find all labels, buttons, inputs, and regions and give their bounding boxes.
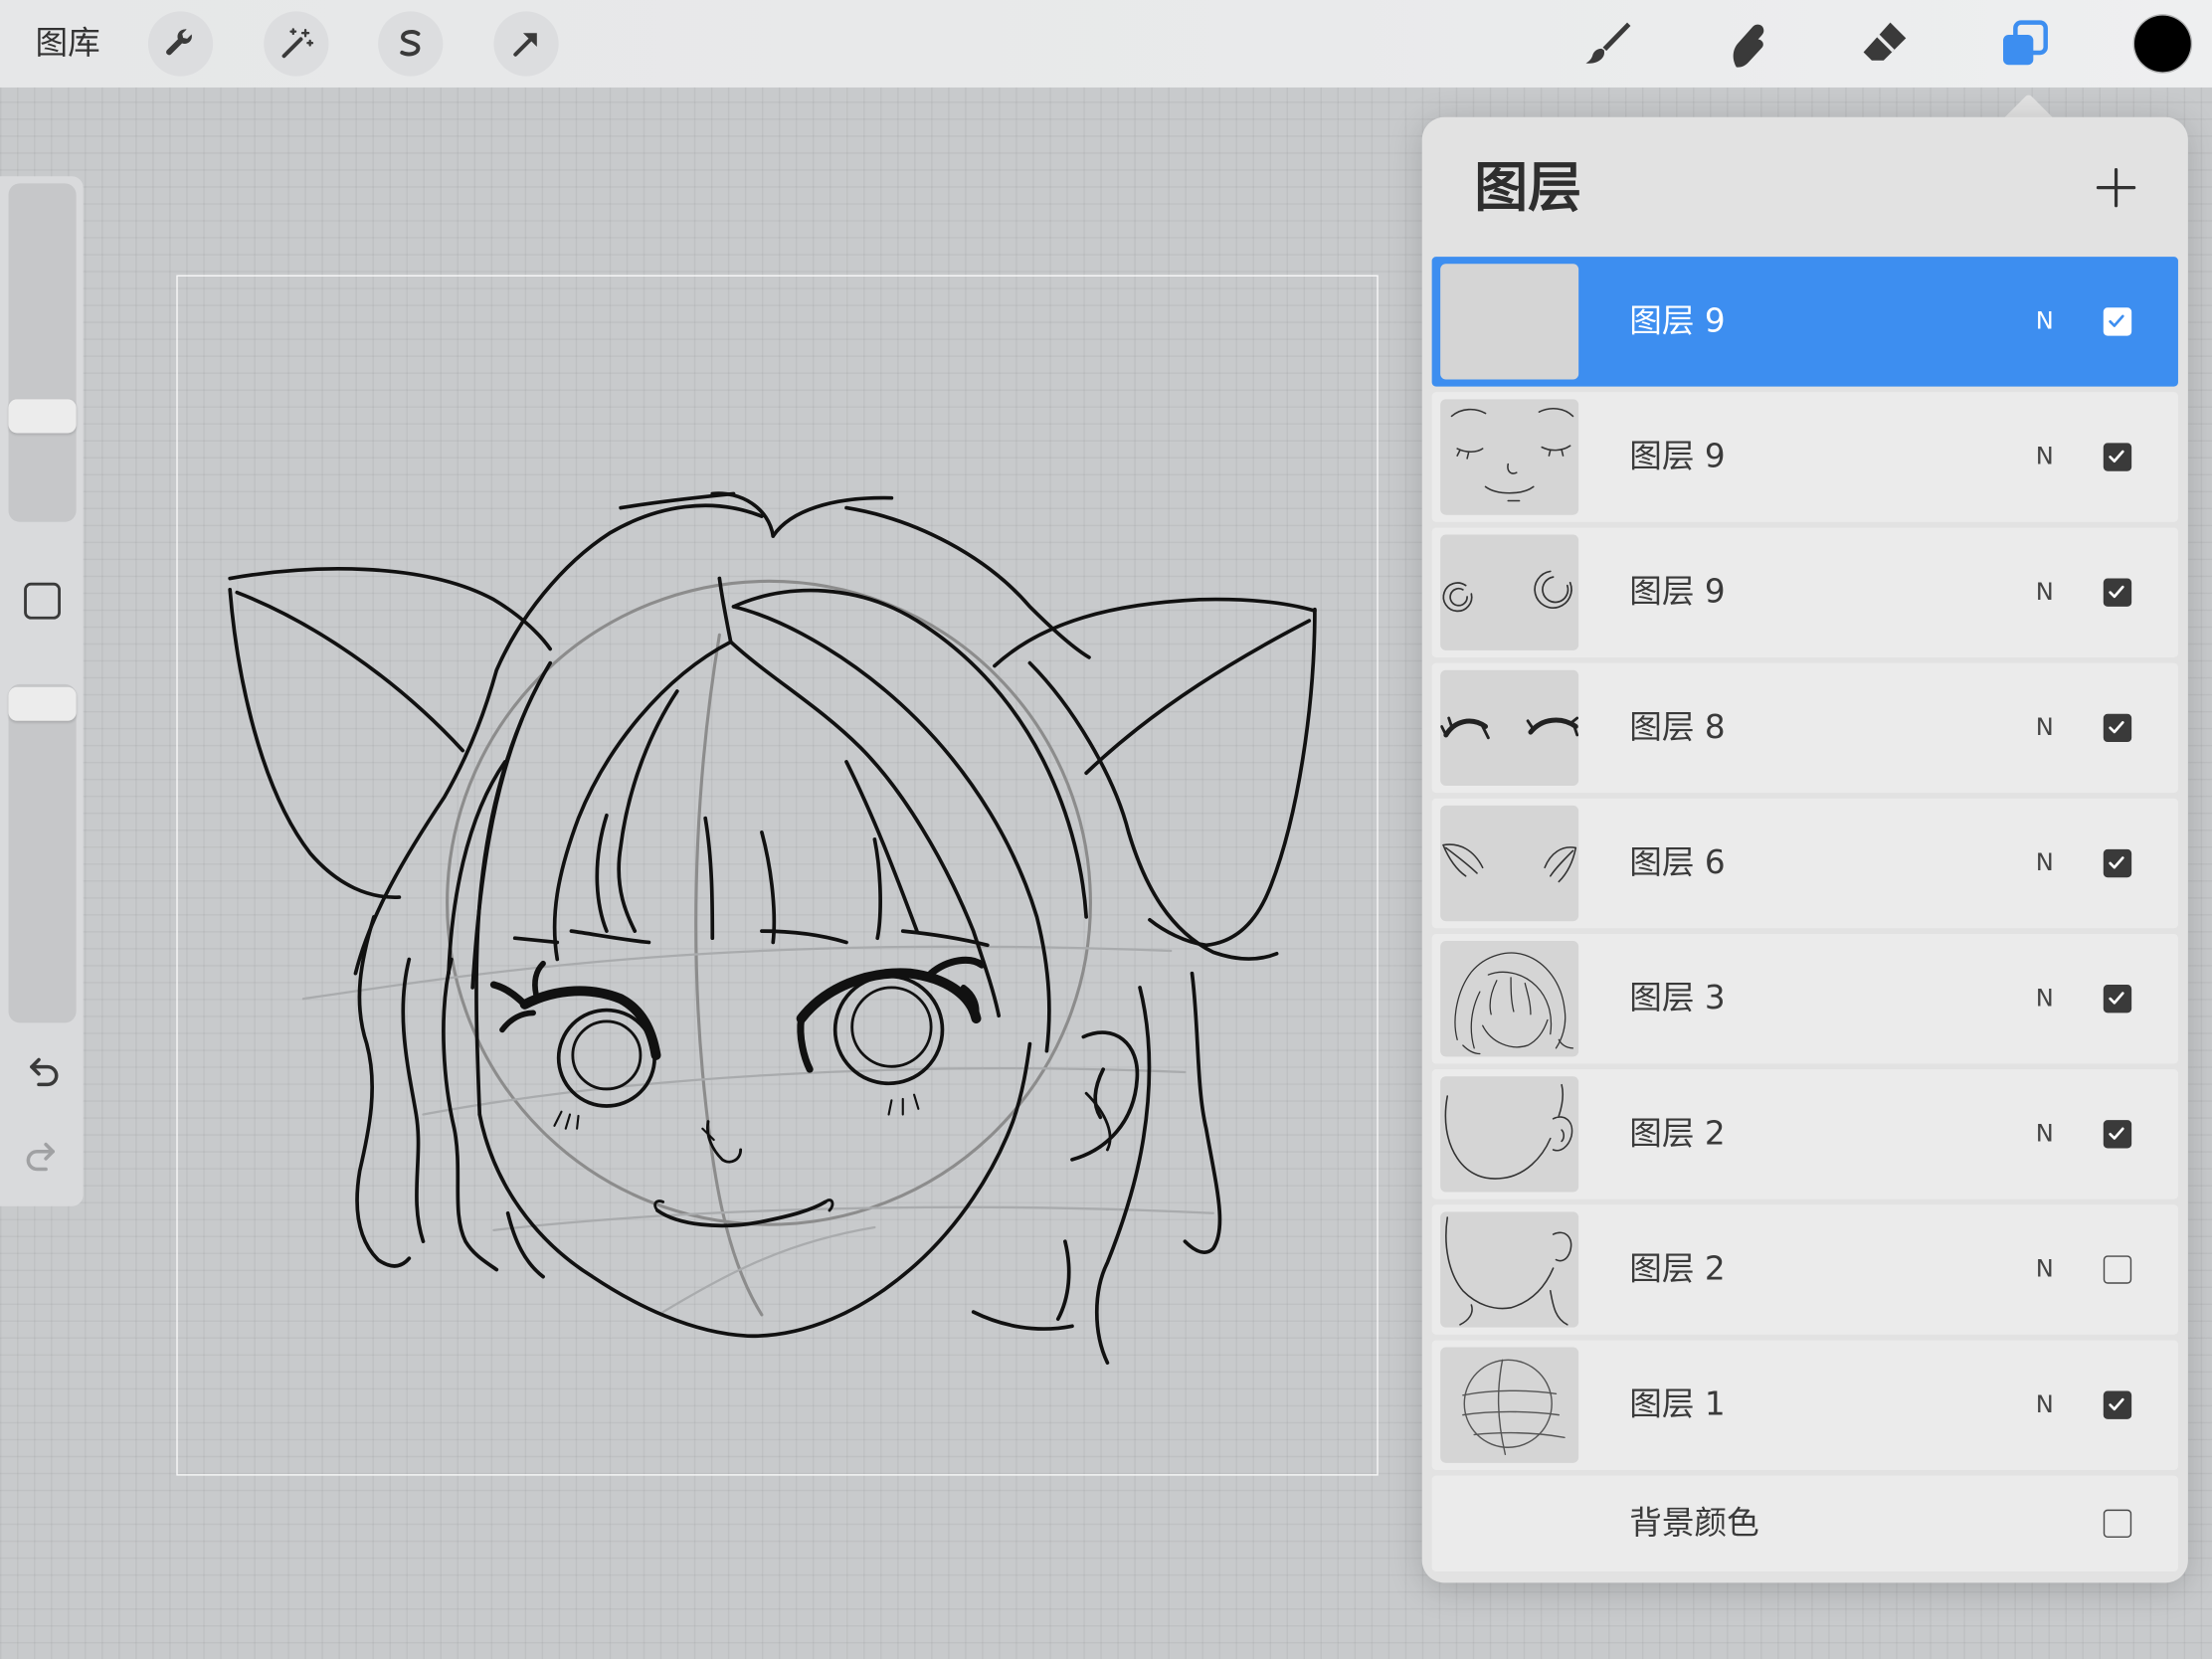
- layers-icon: [2003, 20, 2048, 66]
- adjustments-button[interactable]: [264, 11, 329, 77]
- layer-row[interactable]: 图层 9 N: [1431, 257, 2178, 387]
- layer-thumbnail[interactable]: [1440, 805, 1579, 922]
- layer-visibility-checkbox[interactable]: [2103, 1390, 2132, 1419]
- actions-button[interactable]: [147, 11, 214, 77]
- opacity-slider[interactable]: [8, 683, 77, 1023]
- layer-row[interactable]: 图层 2 N: [1431, 1069, 2178, 1199]
- layer-name: 图层 3: [1629, 980, 1726, 1017]
- layer-thumbnail[interactable]: [1440, 264, 1579, 380]
- layer-visibility-checkbox[interactable]: [2103, 848, 2132, 878]
- blend-mode-button[interactable]: N: [2036, 1069, 2054, 1198]
- background-color-row[interactable]: 背景颜色: [1431, 1475, 2178, 1572]
- layer-row[interactable]: 图层 1 N: [1431, 1340, 2178, 1470]
- brush-size-slider-handle[interactable]: [8, 399, 77, 434]
- brush-icon: [1585, 22, 1631, 64]
- layer-name: 图层 8: [1629, 709, 1726, 747]
- layer-visibility-checkbox[interactable]: [2103, 713, 2132, 743]
- color-swatch-button[interactable]: [2133, 15, 2191, 73]
- layers-tool-button[interactable]: [1996, 16, 2053, 73]
- layer-row[interactable]: 图层 6 N: [1431, 798, 2178, 929]
- wrench-icon: [166, 29, 192, 56]
- magic-wand-icon: [281, 28, 314, 59]
- layer-row[interactable]: 图层 9 N: [1431, 392, 2178, 522]
- blend-mode-button[interactable]: N: [2036, 1340, 2054, 1469]
- layer-visibility-checkbox[interactable]: [2103, 1255, 2132, 1284]
- background-visibility-checkbox[interactable]: [2103, 1509, 2132, 1539]
- smudge-tool-button[interactable]: [1719, 16, 1775, 73]
- layer-visibility-checkbox[interactable]: [2103, 985, 2132, 1014]
- opacity-slider-handle[interactable]: [8, 686, 77, 722]
- layer-name: 图层 9: [1629, 439, 1726, 475]
- layer-thumbnail[interactable]: [1440, 399, 1579, 515]
- layer-row[interactable]: 图层 8 N: [1431, 662, 2178, 794]
- background-color-label: 背景颜色: [1629, 1505, 1759, 1543]
- redo-icon[interactable]: [21, 1136, 64, 1179]
- transform-arrow-icon: [513, 33, 537, 57]
- eraser-icon: [1863, 22, 1907, 61]
- blend-mode-button[interactable]: N: [2036, 799, 2054, 928]
- brush-size-slider[interactable]: [8, 183, 77, 522]
- layer-thumbnail[interactable]: [1440, 1347, 1579, 1463]
- top-toolbar: 图库: [0, 0, 2212, 88]
- smudge-icon: [1733, 24, 1764, 68]
- layer-thumbnail[interactable]: [1440, 941, 1579, 1057]
- layers-panel: 图层 图层 9 N 图层 9 N 图层 9 N 图层 8 N 图层 6 N 图层…: [1421, 116, 2188, 1583]
- selection-button[interactable]: [378, 11, 444, 77]
- layer-visibility-checkbox[interactable]: [2103, 307, 2132, 336]
- transform-button[interactable]: [493, 11, 559, 77]
- blend-mode-button[interactable]: N: [2036, 934, 2054, 1063]
- undo-icon[interactable]: [21, 1051, 64, 1094]
- layer-visibility-checkbox[interactable]: [2103, 443, 2132, 471]
- brush-tool-button[interactable]: [1580, 16, 1637, 73]
- layer-thumbnail[interactable]: [1440, 1076, 1579, 1193]
- blend-mode-button[interactable]: N: [2036, 527, 2054, 656]
- layer-row[interactable]: 图层 2 N: [1431, 1204, 2178, 1335]
- layer-name: 图层 9: [1629, 574, 1726, 612]
- layer-row[interactable]: 图层 3 N: [1431, 933, 2178, 1064]
- blend-mode-button[interactable]: N: [2036, 257, 2054, 386]
- procreate-workspace: 图库 图层 图层 9 N 图层 9 N 图层 9 N 图层 8 N 图层 6 N…: [0, 0, 2212, 1659]
- layer-name: 图层 1: [1629, 1386, 1726, 1424]
- blend-mode-button[interactable]: N: [2036, 1204, 2054, 1334]
- layer-name: 图层 6: [1629, 844, 1726, 882]
- selection-icon: [400, 30, 421, 57]
- layer-thumbnail[interactable]: [1440, 534, 1579, 650]
- layer-thumbnail[interactable]: [1440, 669, 1579, 787]
- gallery-button[interactable]: 图库: [35, 0, 99, 88]
- layer-name: 图层 9: [1629, 302, 1726, 340]
- layer-name: 图层 2: [1629, 1115, 1726, 1153]
- plus-icon[interactable]: [2092, 164, 2139, 212]
- blend-mode-button[interactable]: N: [2036, 392, 2054, 521]
- layer-thumbnail[interactable]: [1440, 1211, 1579, 1328]
- modify-button[interactable]: [24, 582, 61, 620]
- left-sidebar: [0, 176, 84, 1206]
- layer-name: 图层 2: [1629, 1251, 1726, 1288]
- eraser-tool-button[interactable]: [1857, 16, 1914, 73]
- layer-visibility-checkbox[interactable]: [2103, 578, 2132, 607]
- layer-row[interactable]: 图层 9 N: [1431, 527, 2178, 657]
- layer-visibility-checkbox[interactable]: [2103, 1120, 2132, 1149]
- canvas-frame[interactable]: [176, 275, 1379, 1476]
- blend-mode-button[interactable]: N: [2036, 663, 2054, 793]
- panel-title: 图层: [1474, 156, 1582, 219]
